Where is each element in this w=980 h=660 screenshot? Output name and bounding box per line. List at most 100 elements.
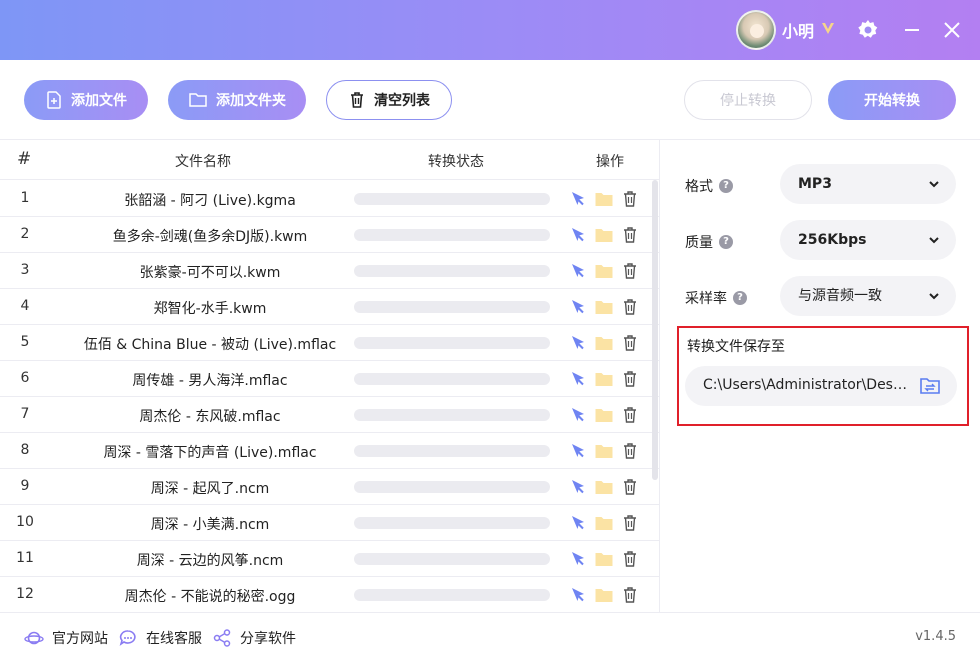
quality-value: 256Kbps [798,232,867,248]
table-row[interactable]: 5 伍佰 & China Blue - 被动 (Live).mflac [0,325,659,361]
delete-icon[interactable] [620,297,640,317]
folder-icon[interactable] [594,585,614,605]
delete-icon[interactable] [620,333,640,353]
username[interactable]: 小明 [782,18,814,42]
delete-icon[interactable] [620,513,640,533]
format-select[interactable]: MP3 [780,164,956,204]
delete-icon[interactable] [620,261,640,281]
folder-icon[interactable] [594,513,614,533]
row-actions [568,261,640,281]
delete-icon[interactable] [620,549,640,569]
table-row[interactable]: 2 鱼多余-剑魂(鱼多余DJ版).kwm [0,217,659,253]
change-folder-icon[interactable] [919,376,941,396]
online-service-link[interactable]: 在线客服 [118,628,202,648]
list-scrollbar[interactable] [652,180,658,480]
folder-icon[interactable] [594,189,614,209]
table-row[interactable]: 3 张紫豪-可不可以.kwm [0,253,659,289]
row-actions [568,225,640,245]
table-row[interactable]: 9 周深 - 起风了.ncm [0,469,659,505]
settings-gear-icon[interactable] [856,18,880,42]
delete-icon[interactable] [620,405,640,425]
file-name: 周传雄 - 男人海洋.mflac [132,373,288,389]
add-folder-button[interactable]: 添加文件夹 [168,80,306,120]
delete-icon[interactable] [620,369,640,389]
help-icon[interactable]: ? [719,179,733,193]
folder-icon[interactable] [594,261,614,281]
pin-icon[interactable] [568,513,588,533]
file-name: 周深 - 云边的风筝.ncm [136,553,284,569]
samplerate-select[interactable]: 与源音频一致 [780,276,956,316]
table-row[interactable]: 7 周杰伦 - 东风破.mflac [0,397,659,433]
table-row[interactable]: 6 周传雄 - 男人海洋.mflac [0,361,659,397]
table-row[interactable]: 10 周深 - 小美满.ncm [0,505,659,541]
help-icon[interactable]: ? [733,291,747,305]
column-number: # [17,149,32,169]
delete-icon[interactable] [620,585,640,605]
folder-icon[interactable] [594,441,614,461]
row-actions [568,189,640,209]
clear-list-label: 清空列表 [374,93,430,109]
row-number: 1 [20,190,30,206]
pin-icon[interactable] [568,405,588,425]
row-actions [568,477,640,497]
pin-icon[interactable] [568,477,588,497]
file-name: 鱼多余-剑魂(鱼多余DJ版).kwm [112,229,308,245]
official-website-link[interactable]: 官方网站 [24,628,108,648]
minimize-icon[interactable] [900,18,924,42]
folder-icon[interactable] [594,297,614,317]
folder-icon[interactable] [594,477,614,497]
table-row[interactable]: 4 郑智化-水手.kwm [0,289,659,325]
pin-icon[interactable] [568,549,588,569]
table-row[interactable]: 11 周深 - 云边的风筝.ncm [0,541,659,577]
row-number: 5 [20,334,30,350]
file-name: 周深 - 起风了.ncm [150,481,270,497]
quality-select[interactable]: 256Kbps [780,220,956,260]
delete-icon[interactable] [620,477,640,497]
row-number: 11 [16,550,34,566]
pin-icon[interactable] [568,441,588,461]
start-convert-button[interactable]: 开始转换 [828,80,956,120]
folder-icon[interactable] [594,225,614,245]
settings-panel: 格式 ? MP3 质量 ? 256Kbps 采样率 ? 与源音频一致 转换文件保… [661,140,980,612]
folder-icon[interactable] [594,333,614,353]
row-number: 2 [20,226,30,242]
samplerate-value: 与源音频一致 [798,288,882,304]
add-file-button[interactable]: 添加文件 [24,80,148,120]
help-icon[interactable]: ? [719,235,733,249]
add-folder-label: 添加文件夹 [216,93,286,109]
pin-icon[interactable] [568,369,588,389]
table-row[interactable]: 1 张韶涵 - 阿刁 (Live).kgma [0,181,659,217]
save-path-field[interactable]: C:\Users\Administrator\Desktop [685,366,957,406]
folder-icon[interactable] [594,549,614,569]
delete-icon[interactable] [620,189,640,209]
pin-icon[interactable] [568,189,588,209]
file-name: 周深 - 小美满.ncm [150,517,270,533]
file-list-header: # 文件名称 转换状态 操作 [0,140,659,180]
delete-icon[interactable] [620,225,640,245]
row-actions [568,549,640,569]
pin-icon[interactable] [568,225,588,245]
share-software-link[interactable]: 分享软件 [212,628,296,648]
delete-icon[interactable] [620,441,640,461]
column-file-name: 文件名称 [175,154,231,170]
pin-icon[interactable] [568,297,588,317]
pin-icon[interactable] [568,585,588,605]
samplerate-label: 采样率 [685,291,727,307]
pin-icon[interactable] [568,261,588,281]
stop-convert-button[interactable]: 停止转换 [684,80,812,120]
row-number: 8 [20,442,30,458]
pin-icon[interactable] [568,333,588,353]
row-number: 12 [16,586,34,602]
format-label-group: 格式 ? [685,176,733,196]
official-website-label: 官方网站 [52,631,108,647]
table-row[interactable]: 8 周深 - 雪落下的声音 (Live).mflac [0,433,659,469]
start-convert-label: 开始转换 [864,93,920,109]
folder-icon[interactable] [594,369,614,389]
clear-list-button[interactable]: 清空列表 [326,80,452,120]
folder-icon[interactable] [594,405,614,425]
table-row[interactable]: 12 周杰伦 - 不能说的秘密.ogg [0,577,659,612]
close-icon[interactable] [940,18,964,42]
file-name: 周杰伦 - 东风破.mflac [139,409,281,425]
conversion-progress-bar [354,445,550,457]
avatar[interactable] [736,10,776,50]
